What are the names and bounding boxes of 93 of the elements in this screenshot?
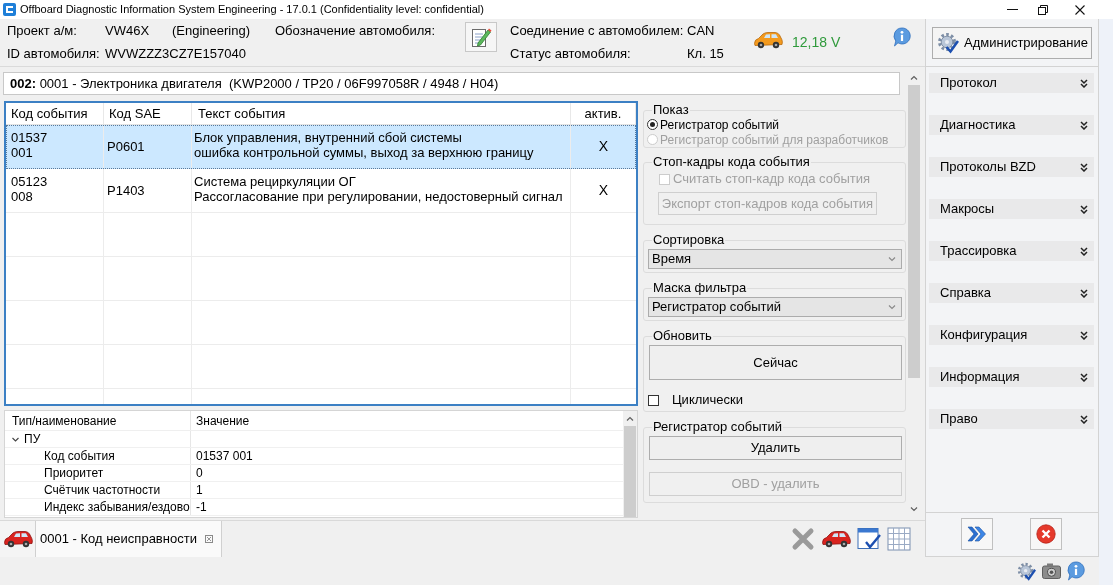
car-icon — [2, 530, 33, 548]
sidebar-item[interactable]: Макросы — [929, 199, 1094, 219]
camera-icon[interactable] — [1042, 563, 1061, 579]
radio-button[interactable] — [647, 119, 658, 130]
column-header[interactable]: Значение — [191, 411, 250, 430]
caret-up-icon[interactable] — [910, 75, 918, 81]
group-title: Сортировка — [652, 233, 726, 247]
property-name: Приоритет — [5, 465, 191, 481]
property-value: -1 — [195, 499, 207, 515]
table-row[interactable]: 05123 008 P1403 Система рециркуляции ОГ Рассогласование при регулировании, недостоверный сигнал X — [6, 169, 636, 213]
column-header[interactable]: Тип/наименование — [5, 411, 191, 430]
button[interactable]: Сейчас — [649, 345, 902, 380]
info-icon[interactable] — [1067, 561, 1085, 581]
admin-button[interactable]: Администрирование — [932, 27, 1092, 59]
notepad-pencil-icon — [470, 26, 492, 48]
group-title: Регистратор событий — [652, 420, 783, 434]
sidebar-item[interactable]: Конфигурация — [929, 325, 1094, 345]
field-value: (Engineering) — [172, 22, 252, 40]
voltage-reading: 12,18 V — [792, 33, 841, 52]
module-title: 002: 0001 - Электроника двигателя (KWP2000 / TP20 / 06F997058R / 4948 / H04) — [10, 74, 499, 93]
cancel-button[interactable] — [1030, 518, 1062, 550]
table-cell: P0601 — [104, 125, 192, 168]
field-value: CAN — [687, 22, 716, 40]
window-check-icon[interactable] — [857, 527, 881, 551]
table-cell: 05123 008 — [6, 169, 104, 212]
sidebar-item[interactable]: Протоколы BZD — [929, 157, 1094, 177]
button[interactable]: Удалить — [649, 436, 902, 460]
field-label: ID автомобиля: — [7, 45, 101, 63]
sidebar-item[interactable]: Протокол — [929, 73, 1094, 93]
sidebar-item[interactable]: Справка — [929, 283, 1094, 303]
scrollbar-thumb[interactable] — [908, 85, 920, 378]
scrollbar-thumb[interactable] — [624, 426, 636, 517]
restore-icon[interactable] — [1038, 4, 1048, 15]
app-logo-icon — [3, 3, 16, 16]
tab[interactable]: 0001 - Код неисправности — [36, 521, 222, 557]
caret-down-icon[interactable] — [888, 304, 896, 310]
field-label: Обозначение автомобиля: — [275, 22, 435, 40]
window-title: Offboard Diagnostic Information System Engineering - 17.0.1 (Confidentiality level: confidential) — [20, 2, 484, 17]
caret-up-icon[interactable] — [626, 416, 634, 422]
property-name: Счётчик частотности — [5, 482, 191, 498]
sidebar-item[interactable]: Право — [929, 409, 1094, 429]
group-title: Обновить — [652, 329, 713, 343]
car-icon — [753, 31, 783, 49]
column-header[interactable]: Текст события — [192, 103, 571, 124]
caret-down-icon[interactable] — [888, 256, 896, 262]
checkbox[interactable] — [648, 394, 659, 406]
property-value: 01537 001 — [195, 448, 253, 464]
double-chevron-right-icon — [967, 526, 987, 542]
group-title: Показ — [652, 103, 690, 117]
dropdown[interactable]: Регистратор событий — [648, 297, 902, 317]
field-value: VW46X — [105, 22, 151, 40]
close-circle-icon — [1036, 524, 1056, 544]
group-title: Маска фильтра — [652, 281, 748, 295]
table-cell: 01537 001 — [6, 125, 104, 168]
gear-check-icon — [937, 32, 959, 54]
field-value: WVWZZZ3CZ7E157040 — [105, 45, 247, 63]
table-cell-text: X — [597, 137, 610, 156]
car-icon[interactable] — [821, 530, 851, 548]
forward-button[interactable] — [961, 518, 993, 550]
table-cell-text: X — [597, 181, 610, 200]
radio-label[interactable]: Регистратор событий — [660, 115, 780, 134]
property-value: 0 — [195, 465, 203, 481]
column-header[interactable]: Код события — [6, 103, 104, 124]
column-header[interactable]: Код SAE — [104, 103, 192, 124]
field-label: Статус автомобиля: — [510, 45, 632, 63]
edit-button[interactable] — [465, 22, 497, 52]
table-cell: P1403 — [104, 169, 192, 212]
field-label: Проект а/м: — [7, 22, 78, 40]
property-name: Код события — [5, 448, 191, 464]
chevron-down-icon[interactable] — [12, 435, 19, 443]
close-icon[interactable] — [1075, 4, 1085, 15]
checkbox-label[interactable]: Циклически — [672, 390, 743, 410]
cross-icon[interactable] — [791, 527, 815, 551]
field-label: Соединение с автомобилем: — [510, 22, 685, 40]
table-grid-icon[interactable] — [887, 527, 911, 551]
table-cell: Система рециркуляции ОГ Рассогласование при регулировании, недостоверный сигнал — [192, 169, 571, 212]
icon-tab[interactable] — [0, 521, 36, 557]
caret-down-icon[interactable] — [910, 506, 918, 512]
scrollbar-track[interactable] — [623, 411, 637, 517]
sidebar-item[interactable]: Информация — [929, 367, 1094, 387]
dropdown[interactable]: Время — [648, 249, 902, 269]
table-row[interactable]: 01537 001 P0601 Блок управления, внутренний сбой системы ошибка контрольной суммы, выход за верхнюю границу X — [6, 125, 636, 169]
sidebar-item[interactable]: Диагностика — [929, 115, 1094, 135]
table-cell: Блок управления, внутренний сбой системы ошибка контрольной суммы, выход за верхнюю границу — [192, 125, 571, 168]
tree-node-label[interactable]: ПУ — [24, 430, 41, 448]
group-title: Стоп-кадры кода события — [652, 155, 811, 169]
field-value: Кл. 15 — [687, 45, 725, 63]
gear-check-icon[interactable] — [1017, 561, 1036, 581]
info-icon[interactable] — [893, 27, 911, 47]
sidebar-item[interactable]: Трассировка — [929, 241, 1094, 261]
property-value: 1 — [195, 482, 203, 498]
property-name: Индекс забывания/ездово — [5, 499, 191, 515]
column-header[interactable]: актив. — [571, 103, 636, 124]
